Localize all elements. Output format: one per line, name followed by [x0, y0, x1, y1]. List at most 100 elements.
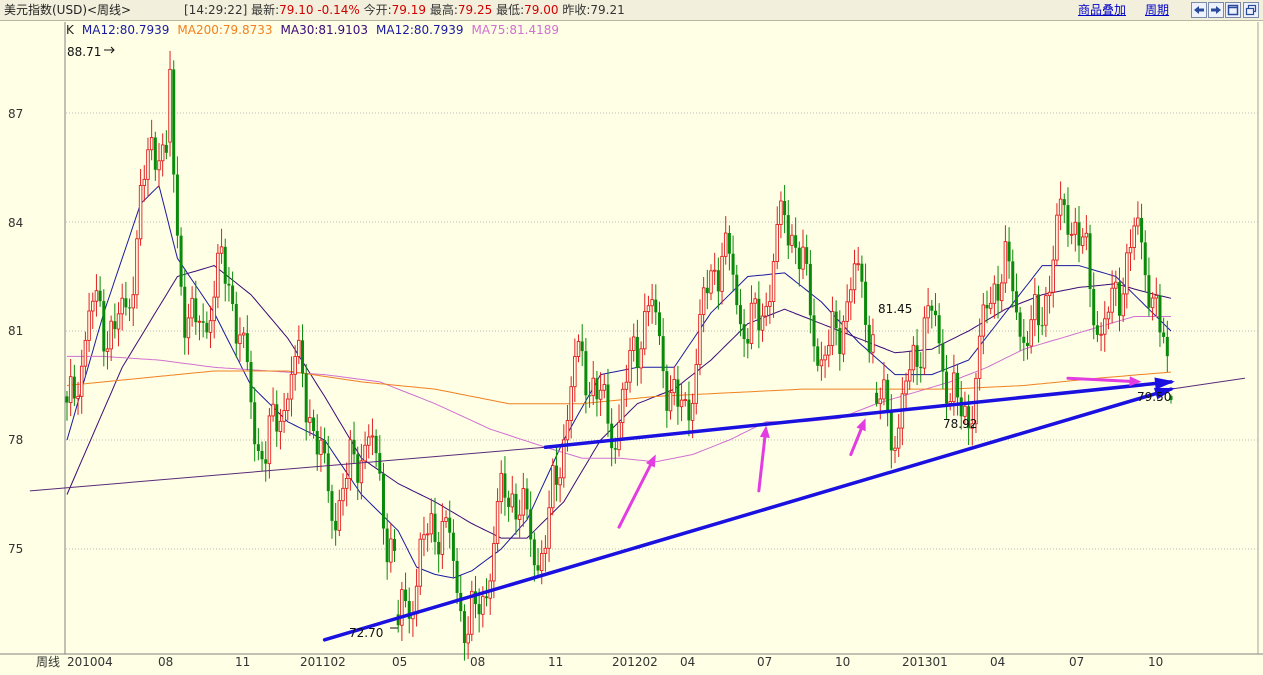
candle [591, 361, 595, 406]
candle [996, 265, 1000, 319]
candle [771, 253, 776, 318]
candle [205, 311, 209, 339]
candle [190, 286, 194, 327]
candle [1140, 203, 1144, 260]
candle [241, 327, 246, 349]
candle [790, 224, 794, 254]
candle [683, 392, 687, 407]
candle [79, 349, 84, 414]
candle [543, 535, 548, 572]
candle [326, 435, 330, 503]
candle [952, 354, 956, 416]
y-tick-label: 78 [8, 433, 23, 447]
candle [249, 350, 253, 419]
candle [425, 523, 430, 552]
candle [988, 286, 993, 315]
candle [201, 303, 205, 338]
x-tick-label: 11 [235, 655, 250, 669]
candle [948, 393, 952, 411]
candle [231, 271, 235, 311]
candle [503, 456, 507, 516]
candle [245, 315, 249, 371]
candle [886, 373, 890, 427]
candle [186, 303, 191, 355]
candle [289, 356, 294, 417]
candlestick-chart[interactable]: 87 84 81 78 75 周线 201004 08 11 201102 05… [0, 0, 1263, 675]
candle [1143, 230, 1147, 293]
candle [128, 298, 132, 322]
candle [87, 292, 91, 353]
candle [83, 331, 88, 377]
x-tick-label: 08 [158, 655, 173, 669]
candle [304, 364, 308, 441]
candle [646, 295, 651, 327]
candle [539, 540, 544, 585]
candle [499, 460, 503, 514]
candle [907, 351, 912, 390]
candle [1022, 319, 1026, 362]
candle [694, 348, 699, 415]
candle [698, 299, 702, 376]
candle [919, 352, 923, 383]
candle [367, 424, 371, 459]
peak-annotation: 81.45 [878, 302, 912, 316]
candle [992, 275, 997, 319]
high-marker-icon [104, 46, 115, 54]
candle [1025, 331, 1029, 360]
candle [116, 302, 121, 347]
candle [639, 341, 643, 384]
candle [1077, 205, 1081, 263]
candle [628, 337, 632, 393]
candle [65, 390, 69, 421]
candle [275, 390, 279, 447]
candle [227, 267, 231, 302]
candle [1007, 227, 1011, 279]
candle [562, 424, 566, 488]
candle [414, 568, 419, 627]
candle [867, 315, 871, 363]
candle [896, 413, 901, 458]
candle [400, 581, 404, 641]
arrow-head-icon [856, 418, 866, 432]
candle [334, 502, 338, 546]
candle [323, 427, 327, 464]
candle [922, 306, 927, 375]
candle [816, 338, 820, 372]
candle [712, 252, 717, 285]
candle [1051, 245, 1055, 308]
x-tick-label: 07 [1069, 655, 1084, 669]
candle [676, 365, 680, 425]
candle [348, 430, 353, 491]
candle [359, 443, 364, 500]
candle [1117, 267, 1121, 332]
candle [830, 296, 835, 356]
candle [930, 299, 934, 329]
candle [1158, 284, 1162, 347]
candle [370, 418, 375, 456]
candle [643, 293, 647, 356]
candle [429, 498, 434, 543]
candle [260, 441, 264, 472]
candle [1080, 228, 1085, 254]
candle [264, 441, 268, 482]
candle [437, 531, 441, 573]
candle [1003, 225, 1008, 293]
candle [389, 523, 393, 573]
candle [551, 458, 555, 516]
candle [797, 241, 801, 287]
candle [1062, 193, 1066, 224]
candle [1033, 277, 1037, 337]
candle [172, 60, 176, 193]
x-tick-label: 08 [470, 655, 485, 669]
candle [315, 414, 319, 471]
candle [91, 292, 95, 329]
candle [595, 370, 599, 417]
candle [149, 119, 154, 161]
candle [760, 303, 765, 342]
candle [418, 532, 423, 596]
candle [179, 227, 183, 296]
candle [1147, 257, 1151, 317]
candle [153, 131, 157, 181]
candle [337, 489, 342, 537]
candle [194, 280, 198, 335]
